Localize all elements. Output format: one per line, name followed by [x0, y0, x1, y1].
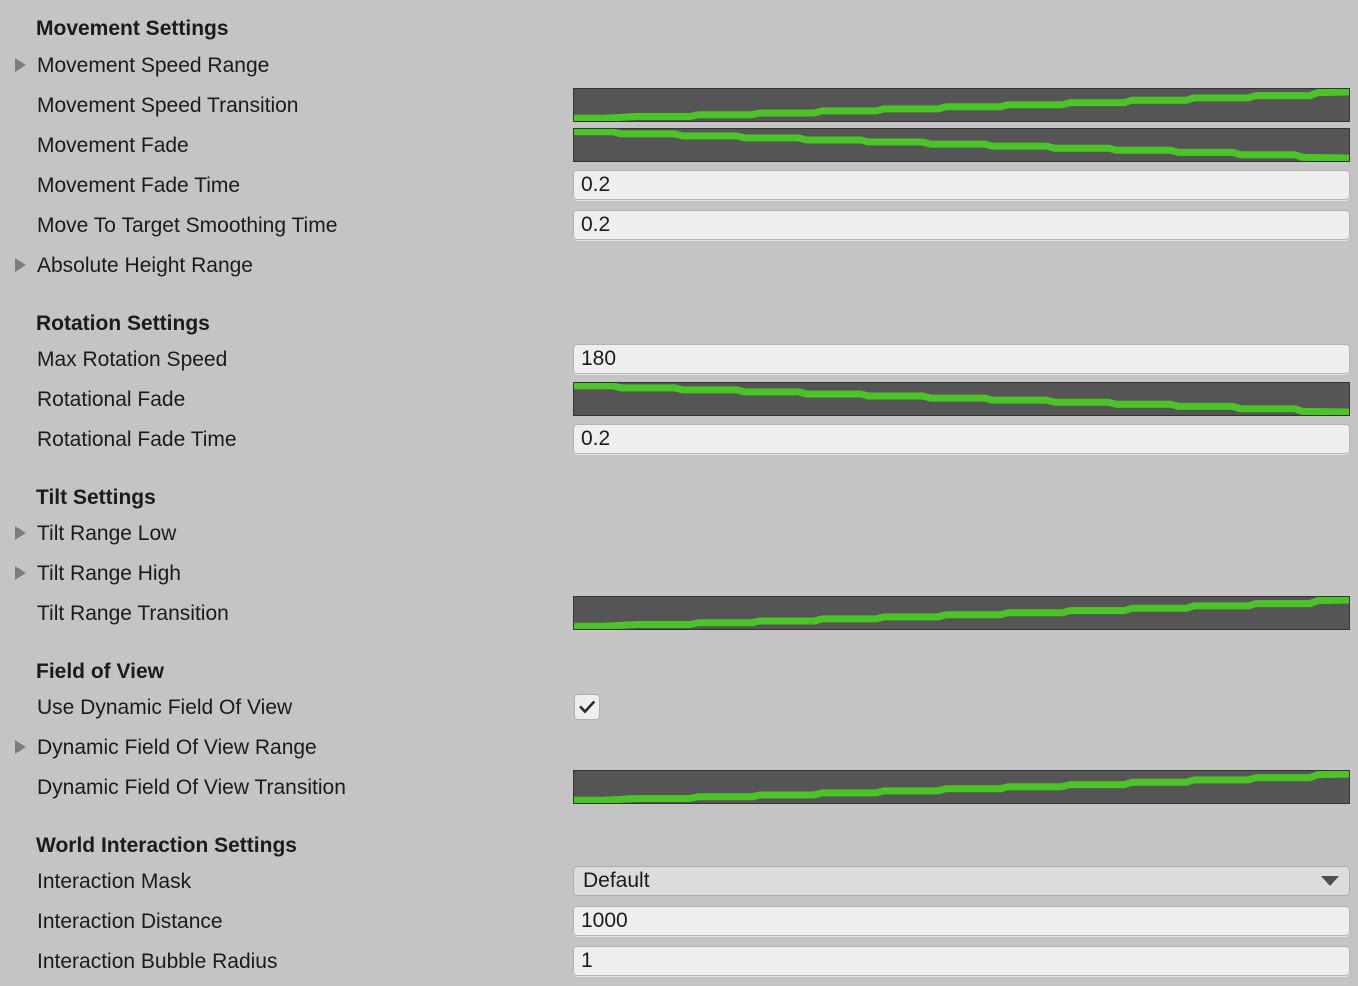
section-title-tilt: Tilt Settings	[36, 485, 156, 509]
row-tilt-range-low[interactable]: Tilt Range Low	[0, 513, 1358, 553]
label-use-dynamic-field-of-view: Use Dynamic Field Of View	[37, 695, 293, 719]
section-header-tilt: Tilt Settings	[0, 477, 1358, 517]
label-move-to-target-smoothing-time: Move To Target Smoothing Time	[37, 213, 338, 237]
input-rotational-fade-time[interactable]: 0.2	[573, 424, 1350, 454]
dropdown-interaction-mask[interactable]: Default	[573, 866, 1350, 896]
row-movement-fade-time: Movement Fade Time 0.2	[0, 165, 1358, 205]
input-interaction-distance[interactable]: 1000	[573, 906, 1350, 936]
label-absolute-height-range: Absolute Height Range	[37, 253, 253, 277]
row-absolute-height-range[interactable]: Absolute Height Range	[0, 245, 1358, 285]
label-max-rotation-speed: Max Rotation Speed	[37, 347, 228, 371]
row-rotational-fade: Rotational Fade	[0, 379, 1358, 419]
row-dynamic-field-of-view-range[interactable]: Dynamic Field Of View Range	[0, 727, 1358, 767]
section-title-rotation: Rotation Settings	[36, 311, 210, 335]
chevron-down-icon	[1321, 876, 1339, 886]
label-interaction-distance: Interaction Distance	[37, 909, 223, 933]
label-movement-speed-transition: Movement Speed Transition	[37, 93, 299, 117]
input-interaction-bubble-radius[interactable]: 1	[573, 946, 1350, 976]
section-title-fov: Field of View	[36, 659, 164, 683]
curve-field-movement-fade[interactable]	[573, 128, 1350, 162]
section-header-world-interaction: World Interaction Settings	[0, 825, 1358, 865]
curve-field-dynamic-field-of-view-transition[interactable]	[573, 770, 1350, 804]
row-interaction-distance: Interaction Distance 1000	[0, 901, 1358, 941]
label-movement-fade: Movement Fade	[37, 133, 189, 157]
check-icon	[579, 700, 596, 714]
label-movement-fade-time: Movement Fade Time	[37, 173, 241, 197]
dropdown-interaction-mask-value: Default	[583, 869, 650, 892]
inspector-panel: Movement Settings Movement Speed Range M…	[0, 0, 1358, 986]
row-tilt-range-high[interactable]: Tilt Range High	[0, 553, 1358, 593]
label-tilt-range-low: Tilt Range Low	[37, 521, 177, 545]
foldout-arrow-icon[interactable]	[15, 526, 26, 540]
label-dynamic-field-of-view-range: Dynamic Field Of View Range	[37, 735, 317, 759]
curve-field-tilt-range-transition[interactable]	[573, 596, 1350, 630]
label-interaction-bubble-radius: Interaction Bubble Radius	[37, 949, 278, 973]
section-header-fov: Field of View	[0, 651, 1358, 691]
row-rotational-fade-time: Rotational Fade Time 0.2	[0, 419, 1358, 459]
label-rotational-fade: Rotational Fade	[37, 387, 186, 411]
row-interaction-bubble-radius: Interaction Bubble Radius 1	[0, 941, 1358, 981]
input-move-to-target-smoothing-time[interactable]: 0.2	[573, 210, 1350, 240]
label-dynamic-field-of-view-transition: Dynamic Field Of View Transition	[37, 775, 346, 799]
section-header-rotation: Rotation Settings	[0, 303, 1358, 343]
curve-field-movement-speed-transition[interactable]	[573, 88, 1350, 122]
label-movement-speed-range: Movement Speed Range	[37, 53, 270, 77]
input-movement-fade-time[interactable]: 0.2	[573, 170, 1350, 200]
row-max-rotation-speed: Max Rotation Speed 180	[0, 339, 1358, 379]
section-title-movement: Movement Settings	[36, 16, 229, 40]
checkbox-use-dynamic-field-of-view[interactable]	[574, 694, 600, 720]
label-tilt-range-high: Tilt Range High	[37, 561, 181, 585]
label-interaction-mask: Interaction Mask	[37, 869, 192, 893]
foldout-arrow-icon[interactable]	[15, 58, 26, 72]
row-movement-speed-transition: Movement Speed Transition	[0, 85, 1358, 125]
label-tilt-range-transition: Tilt Range Transition	[37, 601, 229, 625]
foldout-arrow-icon[interactable]	[15, 258, 26, 272]
row-dynamic-field-of-view-transition: Dynamic Field Of View Transition	[0, 767, 1358, 807]
foldout-arrow-icon[interactable]	[15, 566, 26, 580]
section-header-movement: Movement Settings	[0, 8, 1358, 48]
curve-field-rotational-fade[interactable]	[573, 382, 1350, 416]
foldout-arrow-icon[interactable]	[15, 740, 26, 754]
row-tilt-range-transition: Tilt Range Transition	[0, 593, 1358, 633]
row-move-to-target-smoothing-time: Move To Target Smoothing Time 0.2	[0, 205, 1358, 245]
row-interaction-mask: Interaction Mask Default	[0, 861, 1358, 901]
row-movement-speed-range[interactable]: Movement Speed Range	[0, 45, 1358, 85]
row-movement-fade: Movement Fade	[0, 125, 1358, 165]
label-rotational-fade-time: Rotational Fade Time	[37, 427, 237, 451]
input-max-rotation-speed[interactable]: 180	[573, 344, 1350, 374]
section-title-world-interaction: World Interaction Settings	[36, 833, 297, 857]
row-use-dynamic-field-of-view: Use Dynamic Field Of View	[0, 687, 1358, 727]
